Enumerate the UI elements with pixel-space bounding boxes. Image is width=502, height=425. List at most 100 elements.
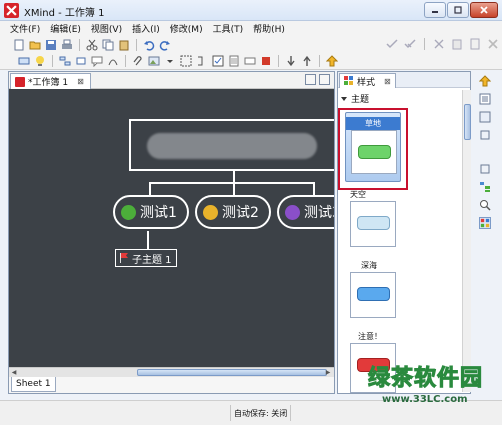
title-bar: XMind - 工作簿 1 bbox=[0, 0, 502, 21]
topic-test3[interactable]: 测试3 bbox=[277, 195, 334, 229]
dropdown-arrow-icon[interactable] bbox=[164, 55, 176, 67]
topic-test1[interactable]: 测试1 bbox=[113, 195, 189, 229]
xmind-file-icon bbox=[15, 76, 25, 87]
undo-icon[interactable] bbox=[143, 39, 155, 51]
tree-view-icon[interactable] bbox=[479, 181, 491, 193]
topic-label: 测试3 bbox=[304, 205, 334, 221]
menu-modify[interactable]: 修改(M) bbox=[168, 22, 205, 35]
zoom-icon[interactable] bbox=[479, 199, 491, 211]
editor-maximize-icon[interactable] bbox=[319, 74, 330, 85]
close-button[interactable] bbox=[470, 2, 498, 18]
idea-bulb-icon[interactable] bbox=[34, 55, 46, 67]
open-icon[interactable] bbox=[29, 39, 41, 51]
save-icon[interactable] bbox=[45, 39, 57, 51]
tab-sheet-1[interactable]: Sheet 1 bbox=[11, 377, 56, 392]
summary-icon[interactable] bbox=[196, 55, 208, 67]
check-all-icon[interactable] bbox=[404, 38, 416, 50]
topic-test2[interactable]: 测试2 bbox=[195, 195, 271, 229]
mindmap-editor: *工作簿 1 ⊠ 测试1 测试2 测试3 bbox=[8, 71, 335, 394]
check-icon[interactable] bbox=[386, 38, 398, 50]
theme-group-header[interactable]: 主题 bbox=[341, 92, 369, 105]
tab-close-icon[interactable]: ⊠ bbox=[77, 77, 84, 86]
sheet-tab-bar: Sheet 1 bbox=[9, 377, 334, 393]
attachment-icon[interactable] bbox=[132, 55, 144, 67]
redo-icon[interactable] bbox=[159, 39, 171, 51]
paste-icon[interactable] bbox=[118, 39, 130, 51]
floating-topic-icon[interactable] bbox=[75, 55, 87, 67]
minimize-button[interactable] bbox=[424, 2, 446, 18]
cut-icon[interactable] bbox=[86, 39, 98, 51]
tab-close-icon[interactable]: ⊠ bbox=[384, 77, 391, 86]
mindmap-canvas[interactable]: 测试1 测试2 测试3 子主题 1 bbox=[9, 89, 334, 367]
tab-workbook-1[interactable]: *工作簿 1 ⊠ bbox=[10, 73, 91, 89]
toolbar-right-group bbox=[386, 38, 499, 50]
topic-label: 测试2 bbox=[222, 205, 259, 221]
menu-view[interactable]: 视图(V) bbox=[89, 22, 124, 35]
side-toolbar bbox=[472, 71, 498, 394]
new-icon[interactable] bbox=[13, 39, 25, 51]
drill-down-icon[interactable] bbox=[285, 55, 297, 67]
style-card-deep-sea[interactable] bbox=[350, 272, 396, 318]
stop-icon[interactable] bbox=[260, 55, 272, 67]
horizontal-scrollbar[interactable]: ◀ ▶ bbox=[9, 367, 334, 377]
properties-view-icon[interactable] bbox=[479, 111, 491, 123]
scroll-right-icon[interactable]: ▶ bbox=[323, 368, 333, 377]
window-title: XMind - 工作簿 1 bbox=[24, 8, 105, 19]
toolbar-separator bbox=[125, 55, 126, 67]
menu-edit[interactable]: 编辑(E) bbox=[48, 22, 83, 35]
xmind-logo-icon bbox=[4, 3, 19, 18]
insert-toolbar bbox=[0, 53, 502, 70]
central-topic[interactable] bbox=[129, 119, 334, 171]
menu-file[interactable]: 文件(F) bbox=[8, 22, 42, 35]
label-icon[interactable] bbox=[244, 55, 256, 67]
toolbar-separator bbox=[52, 55, 53, 67]
style-card-sky[interactable] bbox=[350, 201, 396, 247]
autosave-status: 自动保存: 关闭 bbox=[234, 409, 288, 418]
restore-icon[interactable] bbox=[479, 163, 491, 175]
menu-insert[interactable]: 插入(I) bbox=[130, 22, 162, 35]
drill-up-icon[interactable] bbox=[301, 55, 313, 67]
marker-icon[interactable] bbox=[212, 55, 224, 67]
subtopic-icon[interactable] bbox=[59, 55, 71, 67]
copy-icon[interactable] bbox=[102, 39, 114, 51]
callout-icon[interactable] bbox=[91, 55, 103, 67]
arrow-up-icon[interactable] bbox=[479, 75, 491, 87]
menu-help[interactable]: 帮助(H) bbox=[251, 22, 287, 35]
red-flag-icon bbox=[120, 253, 128, 263]
topic-icon[interactable] bbox=[18, 55, 30, 67]
menu-tools[interactable]: 工具(T) bbox=[211, 22, 246, 35]
watermark: 绿茶软件园 www.33LC.com bbox=[348, 360, 498, 420]
scroll-left-icon[interactable]: ◀ bbox=[9, 368, 19, 377]
styles-view-icon[interactable] bbox=[479, 217, 491, 229]
styles-vertical-scrollbar[interactable] bbox=[462, 90, 471, 392]
subtopic-1[interactable]: 子主题 1 bbox=[115, 249, 177, 267]
editor-minimize-icon[interactable] bbox=[305, 74, 316, 85]
print-icon[interactable] bbox=[61, 39, 73, 51]
expand-triangle-icon bbox=[341, 96, 347, 101]
toolbar-separator bbox=[319, 55, 320, 67]
surprised-icon bbox=[285, 204, 300, 220]
theme-group-label: 主题 bbox=[351, 95, 370, 105]
outline-view-icon[interactable] bbox=[479, 93, 491, 105]
scissors-icon[interactable] bbox=[433, 38, 445, 50]
maximize-button[interactable] bbox=[447, 2, 469, 18]
scroll-thumb[interactable] bbox=[137, 369, 327, 376]
style-preview-button bbox=[357, 287, 390, 301]
relationship-icon[interactable] bbox=[107, 55, 119, 67]
connector-line bbox=[233, 182, 235, 196]
grin-icon bbox=[203, 204, 218, 220]
note-icon[interactable] bbox=[228, 55, 240, 67]
arrow-up-icon[interactable] bbox=[326, 55, 338, 67]
connector-line bbox=[149, 182, 151, 196]
image-icon[interactable] bbox=[148, 55, 160, 67]
delete-icon[interactable] bbox=[487, 38, 499, 50]
scroll-thumb[interactable] bbox=[464, 104, 471, 140]
tab-styles[interactable]: 样式 ⊠ bbox=[339, 73, 396, 88]
style-preview-button bbox=[357, 216, 390, 230]
restore-icon[interactable] bbox=[479, 129, 491, 141]
clipboard-icon[interactable] bbox=[451, 38, 463, 50]
boundary-icon[interactable] bbox=[180, 55, 192, 67]
document-icon[interactable] bbox=[469, 38, 481, 50]
main-toolbar bbox=[0, 36, 502, 53]
editor-tab-bar: *工作簿 1 ⊠ bbox=[9, 72, 334, 89]
